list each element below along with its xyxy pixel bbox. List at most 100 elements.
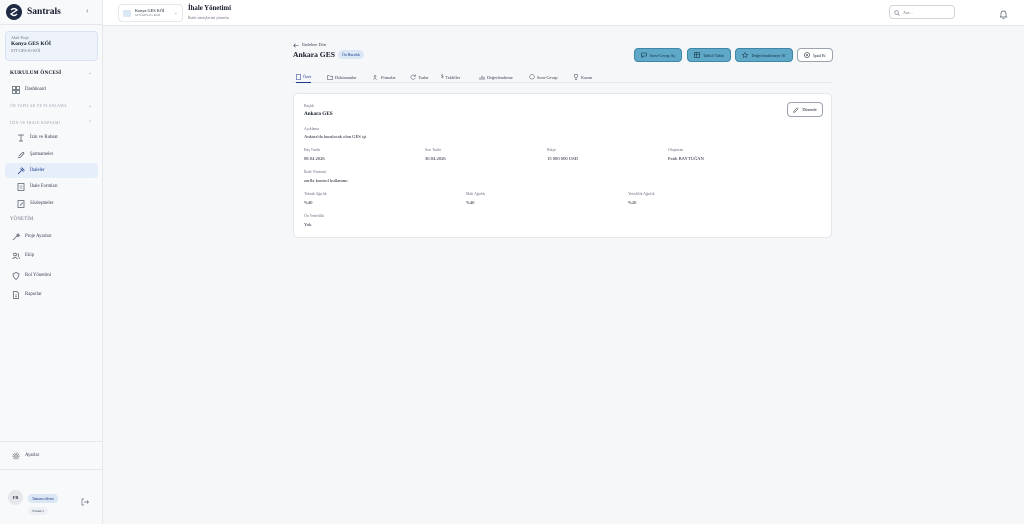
field-label-yeterlilik: Yeterlilik Ağırlık [628,192,655,196]
tab-label: Değerlendirme [487,74,513,80]
page-header-title: İhale Yönetimi [188,5,231,12]
sidebar-item-raporlar[interactable]: Raporlar [5,287,98,302]
field-label-olusturan: Oluşturan [668,148,684,152]
tab-kazan[interactable]: Kazan [573,71,592,83]
star-icon [742,52,749,58]
table-icon [694,52,700,58]
active-project-code: STT-GES-01-KÖİ [11,48,41,53]
active-project-card[interactable]: Aktif Proje Konya GES KÖİ STT-GES-01-KÖİ [5,31,98,61]
sidebar-item-ekip[interactable]: Ekip [5,248,98,263]
tab-teklifler[interactable]: $ Teklifler [441,71,460,83]
search-input[interactable] [903,9,953,15]
field-label-son-tarih: Son Tarihi [425,148,442,152]
refresh-icon [410,74,416,80]
edit-button[interactable]: Düzenle [787,102,823,117]
field-label-mali: Mali Ağırlık [466,192,486,196]
field-value-baslik: Ankara GES [304,111,333,117]
contract-icon [17,199,25,208]
tab-turlar[interactable]: Turlar [410,71,429,83]
tab-soru-cevap[interactable]: Soru-Cevap [529,71,558,83]
sidebar-item-dashboard[interactable]: Dashboard [5,82,98,97]
sidebar-item-label: Proje Ayarları [25,234,52,239]
open-qa-button[interactable]: Soru-Cevap Aç [634,48,682,62]
gavel-icon [17,166,25,175]
open-qa-button-label: Soru-Cevap Aç [649,52,676,58]
sidebar-item-label: Dashboard [25,87,46,92]
section-izin[interactable]: İZİN VE İHALE KAPSAMI [10,121,60,125]
chat-icon [529,74,535,80]
chevron-down-icon[interactable]: ⌄ [88,103,92,109]
tabs: Özet Dokümanlar Firmalar Turlar $ Teklif… [293,69,832,83]
field-label-butce: Bütçe [547,148,557,152]
tab-ozet[interactable]: Özet [296,71,312,83]
evaluate-button[interactable]: Değerlendirmeye Al [735,48,793,62]
field-value-bas-tarih: 08.04.2026 [304,156,325,161]
sidebar-item-ihale-formlari[interactable]: İhale Formları [5,179,98,194]
sidebar-divider [0,24,103,25]
tab-dokumanlar[interactable]: Dokümanlar [327,71,356,83]
back-link-label: İhalelere Dön [302,41,327,47]
field-value-on-yeterlilik: Yok [304,222,312,227]
chevron-left-icon[interactable]: ‹ [86,6,89,15]
tab-label: Özet [303,74,312,79]
users-icon [12,252,20,260]
field-label-baslik: Başlık [304,104,314,108]
sidebar-item-ihaleler[interactable]: İhaleler [5,163,98,178]
field-value-mali: %40 [466,200,475,205]
tab-label: Teklifler [445,74,461,80]
folder-icon [123,9,131,17]
santrals-logo-icon [6,4,22,20]
brand[interactable]: Santrals [6,4,61,20]
field-label-ihale-yontemi: İhale Yöntemi [304,170,327,174]
dollar-icon: $ [441,74,444,80]
sidebar-item-label: Raporlar [25,292,42,297]
sidebar-item-label: İhale Formları [30,184,58,189]
document-icon [296,73,301,80]
tab-label: Firmalar [381,74,396,80]
sidebar-item-label: İhaleler [30,168,45,173]
sidebar-divider [0,441,103,442]
sidebar-item-sozlesmeler[interactable]: Sözleşmeler [5,196,98,211]
tab-firmalar[interactable]: Firmalar [373,71,396,83]
field-value-teknik: %40 [304,200,313,205]
chevron-up-icon[interactable]: ⌃ [88,120,92,126]
sidebar-item-label: İzin ve Ruhsat [30,135,58,140]
field-label-on-yeterlilik: Ön Yeterlilik [304,214,325,218]
sidebar-item-sartnameler[interactable]: Şartnameler [5,147,98,162]
field-label-aciklama: Açıklama [304,127,320,131]
field-value-olusturan: Fatih BAYTUĞAN [668,156,704,161]
trophy-icon [573,74,579,80]
bell-icon[interactable] [999,7,1008,25]
license-icon [17,134,25,142]
sidebar-item-proje-ayarlari[interactable]: Proje Ayarları [5,229,98,244]
chevron-down-icon[interactable]: ⌄ [88,70,92,76]
sample-table-button[interactable]: Tablol Tablo [687,48,731,62]
chat-icon [640,52,647,58]
project-switcher[interactable]: Konya GES KÖİ STT-GES-01-KÖİ ⌄ [118,4,183,22]
user-name: Tamamı ödemi [28,494,58,503]
brand-name: Santrals [27,7,61,17]
sidebar: Santrals ‹ Aktif Proje Konya GES KÖİ STT… [0,0,103,524]
project-switcher-code: STT-GES-01-KÖİ [135,12,160,17]
sidebar-item-label: Ayarlar [25,453,40,458]
edit-button-label: Düzenle [802,107,817,112]
field-value-ihale-yontemi: zarfla kontrol kullanımı [304,178,348,183]
sidebar-item-rol-yonetimi[interactable]: Rol Yönetimi [5,268,98,283]
sample-table-button-label: Tablol Tablo [702,52,725,58]
cancel-tender-button[interactable]: İptal Et [797,48,833,62]
section-on-yapilar[interactable]: ÖN YAPILAR VE PLANLAMA [10,104,67,108]
sidebar-item-izin-ruhsat[interactable]: İzin ve Ruhsat [5,130,98,145]
tab-label: Turlar [418,74,429,80]
field-value-butce: 15 000 000 USD [547,156,579,161]
field-value-son-tarih: 30.04.2026 [425,156,446,161]
search-box[interactable] [889,5,955,19]
tab-label: Soru-Cevap [537,74,558,80]
page-header-subtitle: İhale süreçlerini yönetin [188,15,229,20]
evaluate-button-label: Değerlendirmeye Al [751,52,786,58]
avatar[interactable]: FB [8,490,23,505]
tab-degerlendirme[interactable]: Değerlendirme [479,71,513,83]
active-project-name: Konya GES KÖİ [11,41,52,47]
sidebar-item-ayarlar[interactable]: Ayarlar [5,448,98,463]
section-kurulum[interactable]: KURULUM ÖNCESİ [10,70,61,76]
logout-icon[interactable] [81,493,89,511]
